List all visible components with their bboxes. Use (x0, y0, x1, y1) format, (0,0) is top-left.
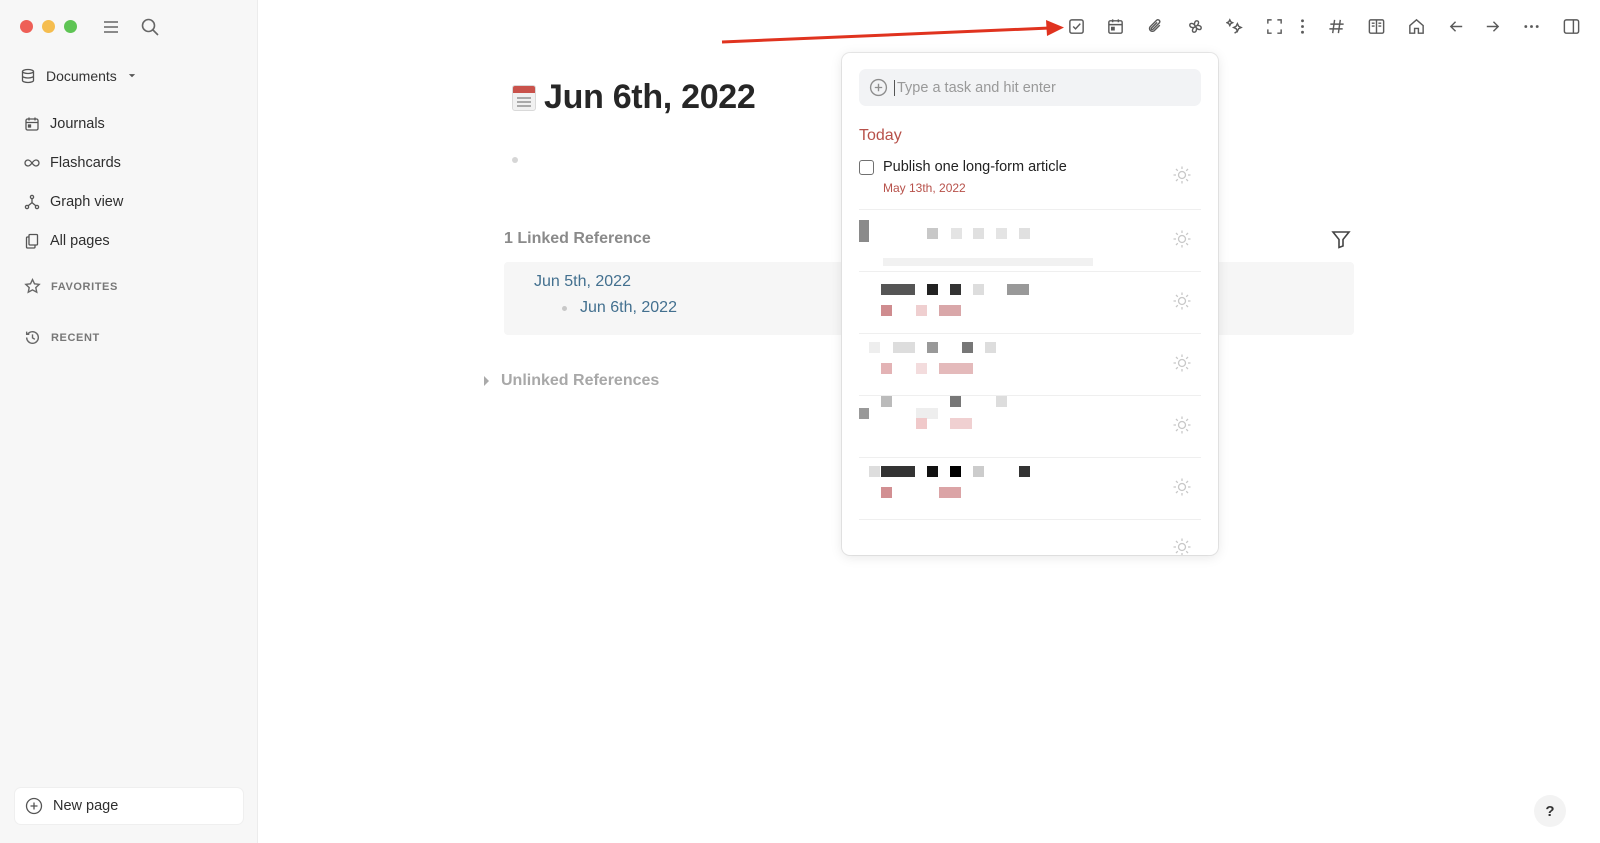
sun-icon[interactable] (1171, 476, 1193, 498)
vertical-dots-icon[interactable] (1290, 14, 1314, 38)
fullscreen-icon[interactable] (1262, 14, 1286, 38)
unlinked-references-toggle[interactable]: Unlinked References (484, 372, 659, 390)
infinity-icon (24, 158, 40, 167)
star-icon (24, 278, 41, 294)
tasks-popup: Today Publish one long-form article May … (842, 53, 1218, 555)
blurred-task-item (859, 210, 1201, 272)
page-title[interactable]: Jun 6th, 2022 (544, 78, 756, 117)
sun-icon[interactable] (1171, 352, 1193, 374)
book-icon[interactable] (1364, 14, 1388, 38)
recent-label: RECENT (51, 331, 100, 344)
plugin-icon[interactable] (1183, 14, 1207, 38)
more-icon[interactable] (1519, 14, 1543, 38)
calendar-icon (25, 117, 39, 131)
right-sidebar-icon[interactable] (1559, 14, 1583, 38)
blurred-task-item (859, 520, 1201, 555)
sun-icon[interactable] (1171, 228, 1193, 250)
chevron-down-icon (128, 74, 135, 78)
graph-icon (24, 194, 40, 209)
favorites-label: FAVORITES (51, 280, 118, 293)
new-page-button[interactable]: New page (15, 788, 243, 824)
task-text[interactable]: Publish one long-form article (883, 159, 1067, 175)
favorites-section[interactable]: FAVORITES (24, 278, 118, 295)
caret-right-icon (484, 376, 489, 386)
top-toolbar (0, 14, 1600, 38)
sidebar-item-label: Graph view (50, 193, 124, 210)
sidebar-item-label: Journals (50, 115, 105, 132)
database-icon (21, 68, 35, 84)
forward-arrow-icon[interactable] (1480, 14, 1504, 38)
task-item: Publish one long-form article May 13th, … (859, 159, 1201, 210)
blurred-task-item (859, 458, 1201, 520)
calendar-icon[interactable] (1103, 14, 1127, 38)
recent-section[interactable]: RECENT (24, 329, 100, 346)
history-icon (25, 330, 39, 344)
sun-icon[interactable] (1171, 536, 1193, 555)
unlinked-references-label: Unlinked References (501, 372, 660, 389)
blurred-task-item (859, 272, 1201, 334)
reference-page-link[interactable]: Jun 5th, 2022 (534, 273, 631, 291)
sidebar-item-flashcards[interactable]: Flashcards (24, 143, 123, 182)
calendar-emoji-icon (512, 84, 536, 111)
left-sidebar: Documents Journals Flashcards Graph view… (0, 0, 258, 843)
home-icon[interactable] (1404, 14, 1428, 38)
page-title-wrap: Jun 6th, 2022 (512, 78, 756, 117)
reference-block-link[interactable]: Jun 6th, 2022 (580, 299, 677, 317)
filter-icon[interactable] (1330, 228, 1352, 250)
task-checkbox-icon[interactable] (1064, 14, 1088, 38)
help-button[interactable]: ? (1534, 795, 1566, 827)
empty-block-bullet[interactable] (512, 157, 518, 163)
plus-circle-icon (25, 797, 43, 815)
blurred-task-item (859, 396, 1201, 458)
task-date[interactable]: May 13th, 2022 (883, 181, 1201, 195)
sidebar-nav: Journals Flashcards Graph view All pages (24, 104, 123, 260)
back-arrow-icon[interactable] (1444, 14, 1468, 38)
sun-icon[interactable] (1171, 414, 1193, 436)
stars-icon[interactable] (1223, 14, 1247, 38)
graph-selector[interactable]: Documents (20, 64, 137, 88)
sidebar-item-all-pages[interactable]: All pages (24, 221, 123, 260)
paperclip-icon[interactable] (1143, 14, 1167, 38)
blurred-task-item (859, 334, 1201, 396)
hashtag-icon[interactable] (1324, 14, 1348, 38)
sidebar-item-journals[interactable]: Journals (24, 104, 123, 143)
task-input[interactable] (894, 79, 1184, 96)
block-bullet[interactable] (562, 306, 567, 311)
sun-icon[interactable] (1171, 290, 1193, 312)
sidebar-item-label: All pages (50, 232, 110, 249)
sidebar-item-graph-view[interactable]: Graph view (24, 182, 123, 221)
graph-name: Documents (46, 68, 117, 84)
today-section-label: Today (859, 127, 902, 144)
task-checkbox[interactable] (859, 159, 874, 175)
task-input-box[interactable] (859, 69, 1201, 106)
sidebar-item-label: Flashcards (50, 154, 121, 171)
sun-icon[interactable] (1171, 164, 1193, 186)
plus-circle-icon (869, 78, 888, 97)
new-page-label: New page (53, 798, 119, 814)
pages-icon (25, 233, 39, 249)
linked-references-header[interactable]: 1 Linked Reference (504, 230, 651, 248)
